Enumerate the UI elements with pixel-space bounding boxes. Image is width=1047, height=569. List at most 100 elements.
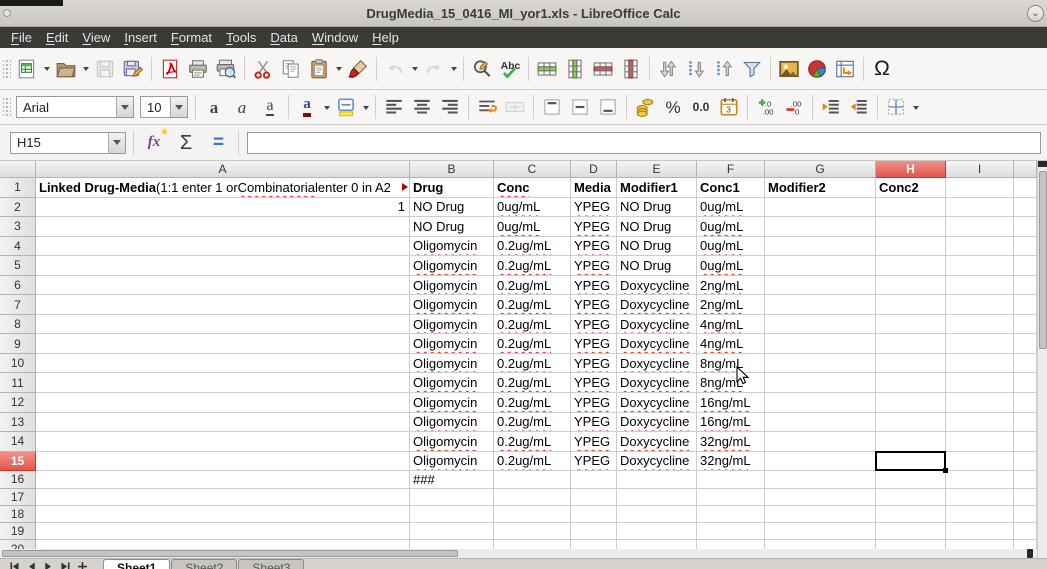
cell-F14[interactable]: 32ng/mL (697, 432, 765, 452)
column-header-partial[interactable] (1014, 161, 1037, 178)
cell-D4[interactable]: YPEG (571, 237, 617, 257)
horizontal-scrollbar-thumb[interactable] (2, 550, 458, 557)
column-header-B[interactable]: B (410, 161, 494, 178)
align-top-button[interactable] (539, 93, 565, 121)
cell-A13[interactable] (36, 413, 410, 433)
cell-A11[interactable] (36, 373, 410, 393)
underline-button[interactable]: a (257, 93, 283, 121)
align-right-button[interactable] (437, 93, 463, 121)
cell-G17[interactable] (765, 489, 876, 506)
cell-D8[interactable]: YPEG (571, 315, 617, 335)
vertical-scrollbar[interactable] (1037, 161, 1047, 558)
cell-F5[interactable]: 0ug/mL (697, 256, 765, 276)
cell-E11[interactable]: Doxycycline (617, 373, 697, 393)
cell-C18[interactable] (494, 506, 571, 523)
column-header-I[interactable]: I (946, 161, 1014, 178)
cell-F16[interactable] (697, 471, 765, 488)
cell-F4[interactable]: 0ug/mL (697, 237, 765, 257)
highlighting-dropdown-arrow[interactable] (363, 106, 369, 113)
cell-E18[interactable] (617, 506, 697, 523)
row-header-4[interactable]: 4 (0, 237, 36, 257)
redo-dropdown-arrow[interactable] (451, 67, 457, 74)
cell-C5[interactable]: 0.2ug/mL (494, 256, 571, 276)
previous-sheet-button[interactable] (23, 559, 40, 569)
cell-H14[interactable] (876, 432, 946, 452)
delete-decimal-button[interactable]: .00.0 (781, 93, 807, 121)
currency-button[interactable] (632, 93, 658, 121)
cell-E1[interactable]: Modifier1 (617, 178, 697, 198)
cut-button[interactable] (250, 55, 276, 83)
cell-B14[interactable]: Oligomycin (410, 432, 494, 452)
cell-D20[interactable] (571, 540, 617, 549)
insert-chart-button[interactable] (804, 55, 830, 83)
column-header-F[interactable]: F (697, 161, 765, 178)
cell-J14[interactable] (1014, 432, 1037, 452)
cell-I18[interactable] (946, 506, 1014, 523)
cell-F8[interactable]: 4ng/mL (697, 315, 765, 335)
last-sheet-button[interactable] (57, 559, 74, 569)
cell-E2[interactable]: NO Drug (617, 198, 697, 218)
cell-J8[interactable] (1014, 315, 1037, 335)
cell-I6[interactable] (946, 276, 1014, 296)
cell-F13[interactable]: 16ng/mL (697, 413, 765, 433)
save-button[interactable] (92, 55, 118, 83)
cell-B3[interactable]: NO Drug (410, 217, 494, 237)
center-vertically-button[interactable] (567, 93, 593, 121)
cell-H8[interactable] (876, 315, 946, 335)
cell-G19[interactable] (765, 523, 876, 540)
cell-A1[interactable]: Linked Drug-Media (1:1 enter 1 or Combin… (36, 178, 410, 198)
cell-C4[interactable]: 0.2ug/mL (494, 237, 571, 257)
cell-G5[interactable] (765, 256, 876, 276)
cell-H19[interactable] (876, 523, 946, 540)
cell-J12[interactable] (1014, 393, 1037, 413)
cell-E3[interactable]: NO Drug (617, 217, 697, 237)
cell-I17[interactable] (946, 489, 1014, 506)
column-header-C[interactable]: C (494, 161, 571, 178)
cell-B6[interactable]: Oligomycin (410, 276, 494, 296)
cell-F3[interactable]: 0ug/mL (697, 217, 765, 237)
sum-button[interactable]: Σ (171, 129, 201, 157)
save-as-button[interactable] (120, 55, 146, 83)
cell-G1[interactable]: Modifier2 (765, 178, 876, 198)
cell-D9[interactable]: YPEG (571, 334, 617, 354)
menu-help[interactable]: Help (365, 28, 406, 47)
cell-C10[interactable]: 0.2ug/mL (494, 354, 571, 374)
cell-A18[interactable] (36, 506, 410, 523)
insert-row-button[interactable] (534, 55, 560, 83)
pivot-table-button[interactable] (832, 55, 858, 83)
row-header-13[interactable]: 13 (0, 413, 36, 433)
cell-F15[interactable]: 32ng/mL (697, 452, 765, 472)
cell-A19[interactable] (36, 523, 410, 540)
cell-B1[interactable]: Drug (410, 178, 494, 198)
cell-B20[interactable] (410, 540, 494, 549)
cell-J11[interactable] (1014, 373, 1037, 393)
cell-A15[interactable] (36, 452, 410, 472)
cell-I9[interactable] (946, 334, 1014, 354)
italic-button[interactable]: a (229, 93, 255, 121)
cell-I3[interactable] (946, 217, 1014, 237)
menu-edit[interactable]: Edit (39, 28, 75, 47)
sheet-tab-sheet3[interactable]: Sheet3 (238, 559, 304, 569)
row-header-3[interactable]: 3 (0, 217, 36, 237)
undo-button[interactable] (382, 55, 408, 83)
cell-C11[interactable]: 0.2ug/mL (494, 373, 571, 393)
row-header-15[interactable]: 15 (0, 452, 36, 472)
cell-J7[interactable] (1014, 295, 1037, 315)
cell-I20[interactable] (946, 540, 1014, 549)
cell-E15[interactable]: Doxycycline (617, 452, 697, 472)
cell-B18[interactable] (410, 506, 494, 523)
cell-F18[interactable] (697, 506, 765, 523)
cell-D1[interactable]: Media (571, 178, 617, 198)
cell-J1[interactable] (1014, 178, 1037, 198)
column-header-partial[interactable] (0, 161, 36, 178)
spelling-button[interactable]: Abc (497, 55, 523, 83)
cell-H4[interactable] (876, 237, 946, 257)
highlighting-button[interactable] (333, 93, 359, 121)
cell-H6[interactable] (876, 276, 946, 296)
row-header-19[interactable]: 19 (0, 523, 36, 540)
menu-view[interactable]: View (75, 28, 117, 47)
name-box[interactable]: H15 (10, 132, 126, 154)
cell-F20[interactable] (697, 540, 765, 549)
menu-file[interactable]: File (4, 28, 39, 47)
cell-C12[interactable]: 0.2ug/mL (494, 393, 571, 413)
